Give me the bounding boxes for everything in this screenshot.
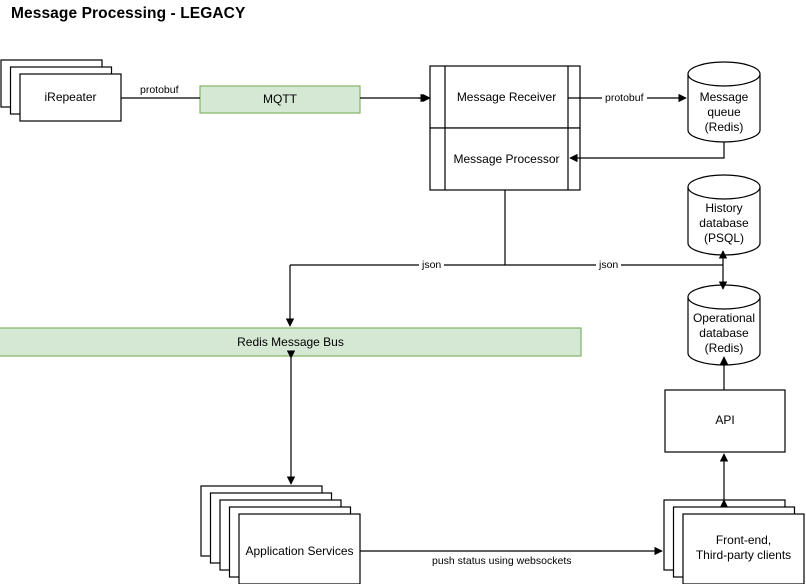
node-label-redis-message-bus: Redis Message Bus bbox=[237, 335, 344, 349]
node-application-services[interactable] bbox=[200, 485, 361, 584]
node-label-application-services: Application Services bbox=[245, 544, 354, 558]
node-label-line: queue bbox=[707, 105, 741, 119]
node-label-line: Front-end, bbox=[715, 533, 772, 547]
node-label-message-queue: Message queue (Redis) bbox=[680, 90, 768, 135]
node-label-api: API bbox=[715, 413, 735, 427]
node-label-line: database bbox=[699, 326, 749, 340]
node-label-history-database: History database (PSQL) bbox=[680, 201, 768, 246]
edge-label-websockets: push status using websockets bbox=[429, 555, 575, 567]
node-label-message-processor: Message Processor bbox=[453, 152, 560, 166]
edge-label-json-right: json bbox=[596, 259, 622, 271]
edge-label-protobuf-irepeater: protobuf bbox=[137, 84, 182, 96]
diagram-graphics bbox=[0, 59, 805, 584]
node-label-line: Operational bbox=[692, 311, 756, 325]
node-label-line: History bbox=[705, 201, 743, 215]
node-label-line: (Redis) bbox=[704, 341, 744, 355]
edge-queue-to-processor bbox=[569, 142, 725, 163]
edge-label-json-left: json bbox=[419, 259, 445, 271]
node-label-message-receiver: Message Receiver bbox=[456, 90, 557, 104]
node-label-operational-database: Operational database (Redis) bbox=[676, 311, 772, 356]
node-label-front-end-clients: Front-end, Third-party clients bbox=[673, 533, 806, 563]
node-message-receiver-processor[interactable] bbox=[429, 65, 581, 191]
node-label-irepeater: iRepeater bbox=[44, 90, 97, 104]
node-label-line: Third-party clients bbox=[695, 548, 792, 562]
edge-label-protobuf-queue: protobuf bbox=[602, 92, 647, 104]
node-label-line: (Redis) bbox=[704, 120, 744, 134]
diagram-canvas: Message Processing - LEGACY iRepeater MQ… bbox=[0, 0, 806, 584]
node-label-line: Message bbox=[699, 90, 749, 104]
node-label-mqtt: MQTT bbox=[263, 92, 297, 106]
node-label-line: database bbox=[699, 216, 749, 230]
node-label-line: (PSQL) bbox=[703, 231, 744, 245]
